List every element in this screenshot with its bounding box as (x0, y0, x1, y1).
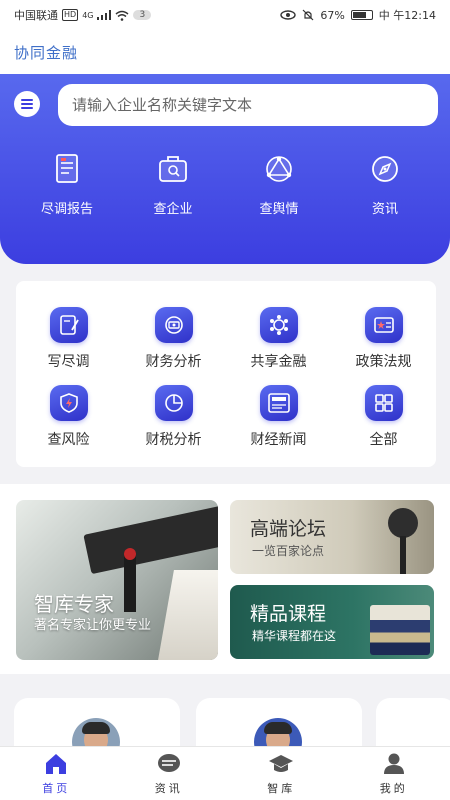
menu-line-icon (21, 99, 33, 101)
feature-risk[interactable]: 查风险 (16, 385, 121, 449)
avatar (72, 718, 120, 748)
promo-subtitle: 一览百家论点 (252, 544, 325, 558)
hero-item-opinion[interactable]: 查舆情 (226, 150, 332, 217)
graduation-cap-image (83, 505, 218, 575)
search-bar[interactable] (58, 84, 438, 126)
battery-percent: 67% (320, 8, 345, 22)
battery-icon (350, 10, 373, 20)
home-icon (46, 753, 67, 774)
book-image (158, 570, 218, 660)
promo-forum[interactable]: 高端论坛 一览百家论点 (230, 500, 434, 574)
menu-line-icon (21, 107, 33, 109)
pie-chart-icon (154, 385, 193, 421)
promo-subtitle: 著名专家让你更专业 (34, 618, 152, 633)
report-icon (48, 150, 86, 188)
wifi-icon (116, 10, 129, 21)
feature-finance-news[interactable]: 财经新闻 (226, 385, 331, 449)
write-icon (49, 307, 88, 343)
feature-label: 财税分析 (145, 432, 202, 448)
hero-item-label: 查企业 (153, 202, 193, 217)
hero-item-news[interactable]: 资讯 (332, 150, 438, 217)
search-input[interactable] (72, 96, 438, 114)
feature-shared-finance[interactable]: 共享金融 (226, 307, 331, 371)
app-title: 协同金融 (14, 43, 79, 62)
hero-nav: 尽调报告 查企业 查舆情 资讯 (14, 150, 438, 217)
experts-row (0, 688, 450, 748)
hd-icon: HD (62, 9, 79, 21)
feature-label: 全部 (369, 432, 398, 448)
grid-icon (364, 385, 403, 421)
tab-home[interactable]: 首页 (0, 747, 113, 800)
avatar (254, 718, 302, 748)
hero-item-label: 资讯 (371, 202, 398, 217)
expert-card[interactable] (196, 698, 362, 748)
feature-finance-analysis[interactable]: 财务分析 (121, 307, 226, 371)
tab-label: 资讯 (154, 781, 183, 795)
promo-title: 高端论坛 (250, 518, 327, 540)
policy-star-icon (364, 307, 403, 343)
network-label: 4G (82, 10, 94, 20)
hero-item-report[interactable]: 尽调报告 (14, 150, 120, 217)
feature-row: 查风险 财税分析 财经新闻 全部 (16, 385, 436, 449)
finance-analysis-icon (154, 307, 193, 343)
bottom-tab-bar: 首页 资讯 智库 我的 (0, 746, 450, 800)
feature-label: 写尽调 (47, 354, 90, 370)
briefcase-search-icon (154, 150, 192, 188)
feature-label: 财务分析 (145, 354, 202, 370)
menu-button[interactable] (14, 91, 40, 117)
promo-subtitle: 精华课程都在这 (252, 629, 337, 643)
feature-label: 共享金融 (250, 354, 307, 370)
menu-line-icon (21, 103, 33, 105)
carrier-label: 中国联通 (14, 9, 58, 22)
hero-item-company[interactable]: 查企业 (120, 150, 226, 217)
feature-row: 写尽调 财务分析 共享金融 政策法规 (16, 307, 436, 371)
notification-badge: 3 (133, 10, 152, 20)
tab-think-tank[interactable]: 智库 (225, 747, 338, 800)
microphone-image (388, 508, 418, 538)
compass-icon (366, 150, 404, 188)
clock: 中 午12:14 (378, 9, 436, 22)
feature-label: 查风险 (47, 432, 90, 448)
mute-bell-icon (302, 9, 314, 21)
signal-icon (97, 10, 112, 20)
promo-courses[interactable]: 精品课程 精华课程都在这 (230, 585, 434, 659)
feature-label: 财经新闻 (250, 432, 307, 448)
hero-item-label: 尽调报告 (40, 202, 93, 217)
tab-mine[interactable]: 我的 (338, 747, 450, 800)
share-gear-icon (259, 307, 298, 343)
graduation-cap-icon (269, 754, 294, 772)
tassel-image (124, 552, 136, 612)
feature-grid: 写尽调 财务分析 共享金融 政策法规 查风险 财税分析 财经新闻 全部 (16, 281, 436, 467)
promo-title: 精品课程 (250, 603, 327, 625)
promo-think-tank[interactable]: 智库专家 著名专家让你更专业 (16, 500, 218, 660)
triangle-network-icon (260, 150, 298, 188)
app-header: 协同金融 (0, 30, 450, 74)
status-bar: 中国联通 HD 4G 3 67% 中 午12:14 (0, 0, 450, 30)
feature-tax-analysis[interactable]: 财税分析 (121, 385, 226, 449)
news-icon (259, 385, 298, 421)
feature-all[interactable]: 全部 (331, 385, 436, 449)
books-stack-image (370, 605, 430, 655)
news-bubble-icon (157, 753, 180, 772)
tab-label: 智库 (267, 781, 296, 795)
tab-label: 我的 (379, 781, 408, 795)
promo-title: 智库专家 (34, 592, 114, 616)
hero-item-label: 查舆情 (259, 202, 299, 217)
eye-icon (280, 10, 297, 20)
tab-news[interactable]: 资讯 (113, 747, 226, 800)
feature-policy[interactable]: 政策法规 (331, 307, 436, 371)
risk-shield-icon (49, 385, 88, 421)
expert-card[interactable] (376, 698, 450, 748)
tab-label: 首页 (42, 781, 71, 795)
mic-stand-image (400, 536, 406, 574)
user-icon (383, 753, 404, 774)
tassel-bead-image (124, 548, 136, 560)
feature-label: 政策法规 (355, 354, 412, 370)
feature-write-dd[interactable]: 写尽调 (16, 307, 121, 371)
expert-card[interactable] (14, 698, 180, 748)
